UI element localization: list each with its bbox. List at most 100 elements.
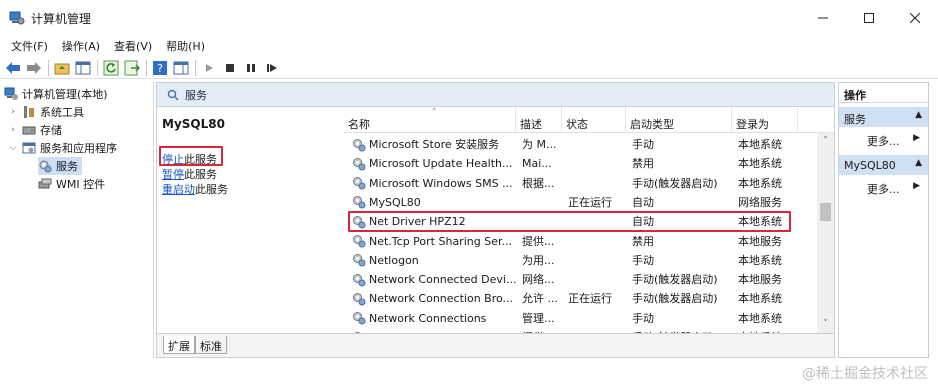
wmi-control-icon [38, 177, 52, 191]
services-panel-header: 服务 [157, 83, 834, 107]
restart-service-button[interactable] [263, 59, 281, 77]
maximize-icon [864, 13, 874, 23]
pause-service-line: 暂停此服务 [162, 166, 217, 182]
close-button[interactable] [892, 0, 938, 36]
table-row[interactable]: Net.Tcp Port Sharing Ser... 提供... 禁用 本地服务 [344, 232, 814, 251]
service-gear-icon [352, 273, 366, 287]
menu-view[interactable]: 查看(V) [107, 38, 159, 54]
highlight-box-stop [159, 146, 223, 166]
pause-service-button[interactable] [242, 59, 260, 77]
pause-service-link[interactable]: 暂停 [162, 168, 184, 181]
action-pane-icon [173, 61, 189, 74]
stop-service-button[interactable] [221, 59, 239, 77]
submenu-arrow-icon: ▶ [913, 181, 920, 191]
restart-service-link[interactable]: 重启动 [162, 183, 195, 196]
table-row[interactable]: Microsoft Store 安装服务 为 M... 手动 本地系统 [344, 135, 814, 154]
tree-item-root[interactable]: 计算机管理(本地) [4, 85, 108, 103]
chevron-down-icon[interactable]: ⌵ [8, 143, 18, 153]
refresh-button[interactable] [102, 59, 120, 77]
tree-item-wmi[interactable]: WMI 控件 [38, 175, 105, 193]
list-header: ˄ 名称 描述 状态 启动类型 登录为 [344, 107, 834, 133]
collapse-up-icon[interactable]: ▲ [915, 158, 922, 168]
highlight-box-mysql80 [348, 211, 791, 232]
show-hide-tree-button[interactable] [74, 59, 92, 77]
tree-item-system-tools[interactable]: › 系统工具 [8, 103, 84, 121]
action-more-mysql80[interactable]: 更多... ▶ [839, 177, 928, 197]
export-list-button[interactable] [123, 59, 141, 77]
table-row[interactable]: Network Connection Bro... 允许 ... 正在运行 手动(触发… [344, 289, 814, 308]
refresh-icon [103, 60, 119, 75]
action-group-mysql80[interactable]: MySQL80 ▲ [839, 155, 928, 175]
start-service-button[interactable] [200, 59, 218, 77]
service-description: 允许 ... [522, 292, 558, 306]
scroll-down-icon[interactable]: ˅ [817, 316, 834, 333]
services-list: ˄ 名称 描述 状态 启动类型 登录为 Microsoft Store 安装服务… [344, 107, 834, 333]
table-row[interactable]: MySQL80 正在运行 自动 网络服务 [344, 193, 814, 212]
menu-help[interactable]: 帮助(H) [159, 38, 212, 54]
table-row[interactable]: Netlogon 为用... 手动 本地系统 [344, 251, 814, 270]
service-name-cell: Network Connections [352, 309, 516, 328]
table-row[interactable]: Network Connected Devi... 网络... 手动(触发器启动) 本… [344, 270, 814, 289]
service-description: Mai... [522, 157, 552, 171]
help-icon: ? [153, 60, 167, 75]
service-startup-type: 手动(触发器启动) [632, 273, 718, 287]
menu-action[interactable]: 操作(A) [55, 38, 107, 54]
chevron-right-icon[interactable]: › [8, 107, 18, 117]
tab-extended[interactable]: 扩展 [163, 336, 195, 354]
service-name-cell: Net.Tcp Port Sharing Ser... [352, 232, 516, 251]
service-name: Net.Tcp Port Sharing Ser... [369, 234, 512, 248]
tab-standard[interactable]: 标准 [195, 336, 227, 354]
storage-icon [22, 123, 36, 137]
service-status [568, 154, 624, 173]
computer-management-icon [9, 11, 25, 25]
back-button[interactable] [4, 59, 22, 77]
forward-button[interactable] [25, 59, 43, 77]
system-tools-icon [22, 105, 36, 119]
column-header-status[interactable]: 状态 [562, 107, 626, 133]
action-group-label: MySQL80 [844, 159, 896, 172]
service-name: Network Connection Bro... [369, 292, 514, 306]
pause-icon [247, 63, 255, 72]
services-panel: 服务 MySQL80 停止此服务 暂停此服务 重启动此服务 ˄ 名称 描述 状态 [156, 82, 835, 358]
window-title: 计算机管理 [31, 11, 92, 26]
action-more-services[interactable]: 更多... ▶ [839, 129, 928, 149]
tree-item-storage[interactable]: › 存储 [8, 121, 62, 139]
service-description: 提供... [522, 234, 555, 248]
scroll-thumb[interactable] [820, 203, 831, 221]
tree-item-services[interactable]: 服务 [38, 157, 82, 175]
service-gear-icon [352, 138, 366, 152]
tree-item-label: 计算机管理(本地) [22, 88, 108, 101]
tree-item-label: 存储 [40, 124, 62, 137]
tree-item-services-apps[interactable]: ⌵ 服务和应用程序 [8, 139, 117, 157]
up-level-button[interactable] [53, 59, 71, 77]
tree-item-label: 服务 [56, 160, 78, 173]
service-gear-icon [352, 311, 366, 325]
tree-item-label: WMI 控件 [56, 178, 106, 191]
table-row[interactable]: Microsoft Update Health... Mai... 禁用 本地系统 [344, 154, 814, 173]
table-row[interactable]: Network Connections 管理... 手动 本地系统 [344, 309, 814, 328]
service-name-cell: Microsoft Windows SMS ... [352, 174, 516, 193]
minimize-button[interactable] [800, 0, 846, 36]
collapse-up-icon[interactable]: ▲ [915, 110, 922, 120]
service-startup-type: 手动(触发器启动) [632, 176, 718, 190]
chevron-right-icon[interactable]: › [8, 125, 18, 135]
table-row[interactable]: Microsoft Windows SMS ... 根据... 手动(触发器启动) 本… [344, 174, 814, 193]
show-hide-action-pane-button[interactable] [172, 59, 190, 77]
services-panel-title: 服务 [185, 88, 207, 102]
help-button[interactable]: ? [151, 59, 169, 77]
toolbar: ? [0, 57, 938, 79]
column-header-name[interactable]: 名称 [344, 107, 516, 133]
column-header-description[interactable]: 描述 [516, 107, 562, 133]
column-header-startup-type[interactable]: 启动类型 [626, 107, 732, 133]
vertical-scrollbar[interactable]: ˄ ˅ [817, 133, 834, 333]
menu-file[interactable]: 文件(F) [4, 38, 55, 54]
scroll-up-icon[interactable]: ˄ [817, 133, 834, 150]
action-group-services[interactable]: 服务 ▲ [839, 107, 928, 127]
service-startup-type: 手动 [632, 138, 654, 151]
maximize-button[interactable] [846, 0, 892, 36]
tree-item-label: 系统工具 [40, 106, 84, 119]
service-status [568, 135, 624, 154]
service-name-cell: Network Connected Devi... [352, 270, 516, 289]
service-name: MySQL80 [369, 195, 421, 209]
column-header-log-on-as[interactable]: 登录为 [732, 107, 798, 133]
